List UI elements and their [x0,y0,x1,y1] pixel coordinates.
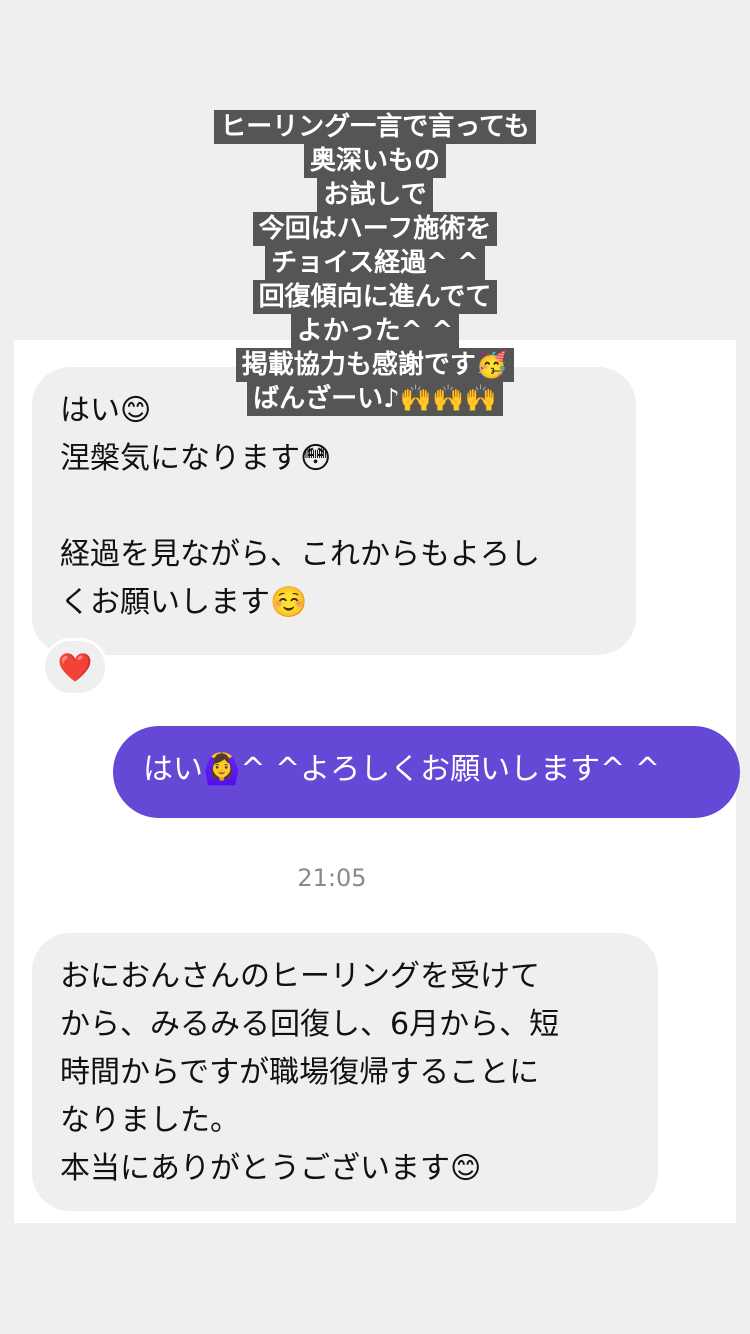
heart-reaction-badge[interactable]: ❤️ [42,638,108,696]
caption-line: 回復傾向に進んでて [252,280,498,314]
story-caption-overlay: ヒーリング一言で言っても 奥深いもの お試しで 今回はハーフ施術を チョイス経過… [0,110,750,416]
caption-line: チョイス経過^ ^ [265,246,485,280]
incoming-message-bubble[interactable]: おにおんさんのヒーリングを受けて から、みるみる回復し、6月から、短 時間からで… [32,933,658,1211]
outgoing-message-bubble[interactable]: はい🙆‍♀️^ ^よろしくお願いします^ ^ [113,726,740,818]
message-timestamp: 21:05 [297,864,367,892]
caption-line: 今回はハーフ施術を [252,212,498,246]
caption-line: 奥深いもの [303,144,446,178]
caption-line: お試しで [317,178,433,212]
caption-line: ばんざーい♪🙌🙌🙌 [247,382,503,416]
caption-line: 掲載協力も感謝です🥳 [235,348,515,382]
caption-line: よかった^ ^ [290,314,460,348]
caption-line: ヒーリング一言で言っても [214,110,536,144]
